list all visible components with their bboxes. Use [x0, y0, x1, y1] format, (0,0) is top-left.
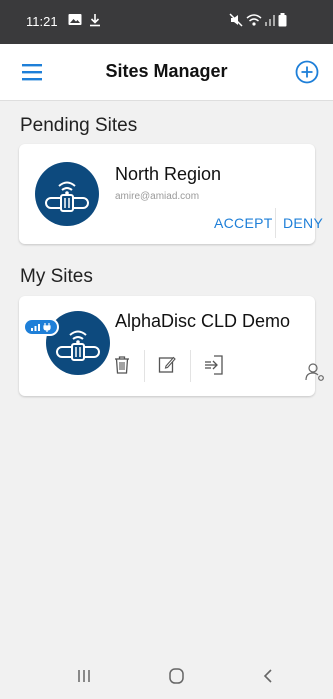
- page-title: Sites Manager: [105, 61, 228, 81]
- status-bar: 11:21: [0, 0, 333, 44]
- tool-divider: [144, 350, 145, 382]
- plus-circle-icon[interactable]: [294, 59, 320, 85]
- connectivity-badge: [23, 318, 59, 336]
- battery-icon: [278, 13, 287, 32]
- tool-divider: [190, 350, 191, 382]
- my-sites-title: My Sites: [20, 266, 93, 287]
- my-site-card[interactable]: AlphaDisc CLD Demo: [19, 296, 324, 396]
- recent-apps-icon[interactable]: [76, 667, 92, 690]
- home-icon[interactable]: [167, 667, 187, 690]
- user-settings-icon[interactable]: [304, 361, 326, 388]
- status-time: 11:21: [26, 14, 58, 29]
- trash-icon[interactable]: [113, 355, 131, 380]
- accept-button[interactable]: ACCEPT: [214, 215, 273, 231]
- pending-site-card[interactable]: North Region amire@amiad.com ACCEPT DENY: [19, 144, 323, 244]
- back-icon[interactable]: [260, 667, 276, 690]
- gallery-icon: [68, 13, 82, 31]
- site-logo-icon: [35, 162, 99, 226]
- wifi-icon: [246, 13, 262, 32]
- download-icon: [89, 13, 101, 32]
- login-icon[interactable]: [203, 354, 225, 381]
- mute-icon: [229, 13, 243, 32]
- deny-button[interactable]: DENY: [283, 215, 323, 231]
- site-name: AlphaDisc CLD Demo: [115, 311, 291, 331]
- button-divider: [275, 208, 276, 238]
- signal-icon: [264, 13, 276, 32]
- edit-icon[interactable]: [158, 355, 176, 380]
- site-email: amire@amiad.com: [115, 191, 200, 202]
- pending-sites-title: Pending Sites: [20, 115, 138, 136]
- android-nav-bar: [0, 655, 333, 699]
- site-name: North Region: [115, 164, 222, 184]
- app-header: Sites Manager: [0, 44, 333, 101]
